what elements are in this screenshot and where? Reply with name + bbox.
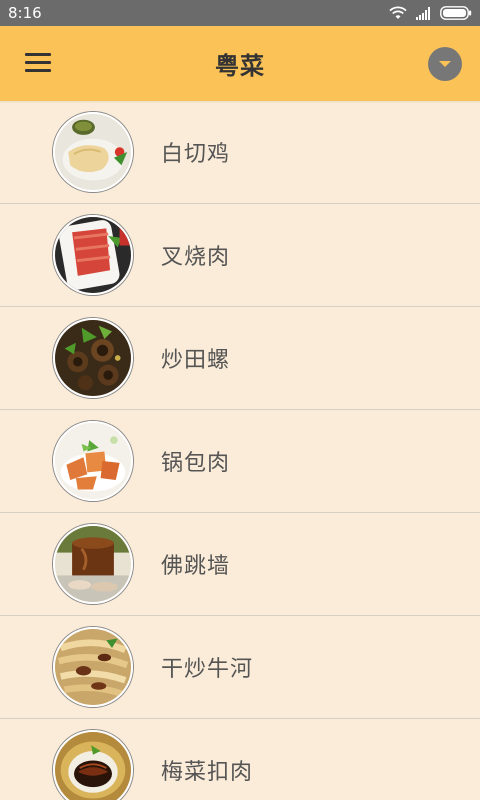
- dish-image-braised-pork-preserved-veg: [53, 730, 133, 800]
- dish-image-stir-fried-snails: [53, 318, 133, 398]
- list-item[interactable]: 锅包肉: [0, 410, 480, 513]
- dish-name: 白切鸡: [161, 142, 231, 167]
- dish-name: 梅菜扣肉: [161, 760, 254, 785]
- wifi-icon: [388, 6, 408, 20]
- app-bar: 粤菜: [0, 26, 480, 101]
- dish-name: 炒田螺: [161, 348, 231, 373]
- dish-list: 白切鸡 叉烧肉 炒田螺 锅包肉 佛跳墙 干炒牛河 梅菜扣肉: [0, 101, 480, 800]
- signal-icon: [416, 6, 432, 20]
- list-item[interactable]: 白切鸡: [0, 101, 480, 204]
- dish-image-sweet-sour-pork: [53, 421, 133, 501]
- app-screen: 8:16 粤菜 白切鸡 叉烧肉 炒田螺 锅包肉 佛跳墙 干炒牛河 梅菜扣肉: [0, 0, 480, 800]
- list-item[interactable]: 叉烧肉: [0, 204, 480, 307]
- list-item[interactable]: 炒田螺: [0, 307, 480, 410]
- list-item[interactable]: 干炒牛河: [0, 616, 480, 719]
- status-icons: [388, 6, 472, 20]
- chevron-down-icon: [439, 61, 451, 67]
- page-title: 粤菜: [215, 52, 265, 80]
- dropdown-button[interactable]: [428, 47, 462, 81]
- dish-image-buddha-jumps-wall: [53, 524, 133, 604]
- dish-name: 干炒牛河: [161, 657, 254, 682]
- battery-icon: [440, 6, 472, 20]
- dish-name: 叉烧肉: [161, 245, 231, 270]
- dish-name: 锅包肉: [161, 451, 231, 476]
- dish-name: 佛跳墙: [161, 554, 231, 579]
- dish-image-beef-chow-fun: [53, 627, 133, 707]
- list-item[interactable]: 佛跳墙: [0, 513, 480, 616]
- dish-image-char-siu-pork: [53, 215, 133, 295]
- status-time: 8:16: [8, 4, 42, 22]
- dish-image-white-cut-chicken: [53, 112, 133, 192]
- status-bar: 8:16: [0, 0, 480, 26]
- menu-icon[interactable]: [25, 53, 51, 75]
- list-item[interactable]: 梅菜扣肉: [0, 719, 480, 800]
